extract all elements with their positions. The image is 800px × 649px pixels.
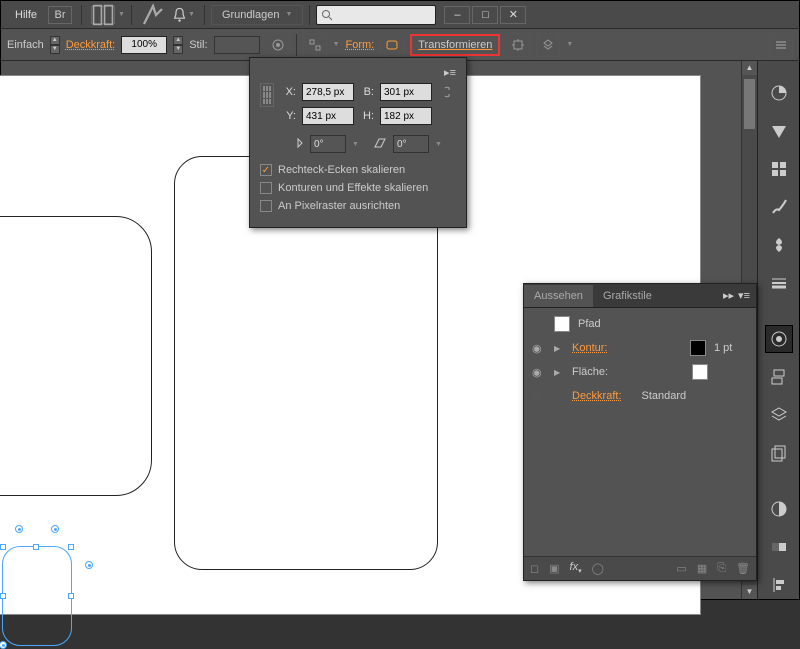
new-fill-icon[interactable]: ▦ [697,562,707,575]
appearance-path-row: Pfad [524,312,756,336]
stroke-swatch[interactable] [690,340,706,356]
scroll-up-arrow[interactable]: ▲ [742,61,757,75]
style-dropdown[interactable] [214,36,260,54]
color-panel-icon[interactable] [765,79,793,107]
recolor-icon[interactable] [266,33,290,57]
corner-widget[interactable] [15,525,23,533]
workspace-switcher[interactable]: Grundlagen ▼ [211,5,303,25]
corner-widget[interactable] [51,525,59,533]
window-controls: – □ ✕ [444,6,526,24]
corner-widget[interactable] [0,641,7,649]
gradient-panel-icon[interactable] [765,533,793,561]
style-label: Stil: [189,39,207,51]
opacity-input[interactable] [121,36,167,54]
appearance-footer: ◻ ▣ fx▾ ◯ ▭ ▦ ⎘ 🗑 [524,556,756,580]
artboards-panel-icon[interactable] [765,439,793,467]
minimize-button[interactable]: – [444,6,470,24]
graphic-styles-icon[interactable] [765,363,793,391]
duplicate-icon[interactable]: ⎘ [717,562,726,575]
tab-appearance[interactable]: Aussehen [524,285,593,307]
no-selection-icon[interactable]: ◻ [530,562,539,575]
height-input[interactable] [380,107,432,125]
arrange-icon[interactable] [536,33,560,57]
profile-stepper[interactable]: ▲▼ [50,36,60,54]
scale-corners-checkbox[interactable]: ✓Rechteck-Ecken skalieren [260,161,456,179]
delete-icon[interactable]: 🗑 [736,562,750,575]
scroll-thumb[interactable] [744,79,755,129]
appearance-panel: Aussehen Grafikstile ▸▸ ▾≡ Pfad ◉ ▶ Kont… [523,283,757,581]
new-stroke-icon[interactable]: ▭ [676,562,686,575]
rounded-rect-1[interactable] [0,216,152,496]
y-input[interactable] [302,107,354,125]
layers-panel-icon[interactable] [765,401,793,429]
selection-handle[interactable] [0,544,6,550]
search-input[interactable] [316,5,436,25]
constrain-proportions-icon[interactable] [438,83,456,101]
fill-swatch[interactable] [692,364,708,380]
fx-button[interactable]: fx▾ [570,561,582,575]
transform-button[interactable]: Transformieren [410,34,500,56]
scroll-down-arrow[interactable]: ▼ [742,585,757,599]
menu-help[interactable]: Hilfe [7,5,45,25]
path-swatch[interactable] [554,316,570,332]
panel-collapse-icon[interactable]: ▸▸ [723,289,734,302]
selected-shape[interactable] [2,546,72,646]
align-icon[interactable] [303,33,327,57]
maximize-button[interactable]: □ [472,6,498,24]
selection-handle[interactable] [33,544,39,550]
tab-graphic-styles[interactable]: Grafikstile [593,285,662,307]
transform-panel: ▸≡ X: B: Y: H: ▼ [249,57,467,228]
notifications-icon[interactable]: ▼ [171,6,195,24]
width-input[interactable] [380,83,432,101]
appearance-panel-icon[interactable] [765,325,793,353]
transparency-panel-icon[interactable] [765,495,793,523]
panel-collapse-icon[interactable]: ▸≡ [444,67,456,79]
shape-icon[interactable] [380,33,404,57]
expand-icon[interactable]: ▶ [554,344,564,353]
bridge-button[interactable]: Br [48,6,72,24]
reference-point-grid[interactable] [260,83,274,107]
corner-widget[interactable] [85,561,93,569]
align-panel-icon[interactable] [765,571,793,599]
arrange-documents-button[interactable] [91,6,115,24]
toggle-icon[interactable]: ◯ [592,562,604,575]
expand-icon[interactable]: ▶ [554,368,564,377]
opacity-stepper[interactable]: ▲▼ [173,36,183,54]
gpu-icon[interactable] [141,6,165,24]
menu-bar: Hilfe Br ▼ ▼ Grundlagen ▼ – □ ✕ [1,1,799,29]
options-menu-icon[interactable] [769,33,793,57]
shear-icon [373,137,387,152]
close-button[interactable]: ✕ [500,6,526,24]
selection-handle[interactable] [68,544,74,550]
shear-input[interactable] [393,135,429,153]
x-input[interactable] [302,83,354,101]
selection-handle[interactable] [0,593,6,599]
rotate-icon [292,137,304,152]
selection-handle[interactable] [68,593,74,599]
symbols-panel-icon[interactable] [765,231,793,259]
profile-label: Einfach [7,39,44,51]
rotate-input[interactable] [310,135,346,153]
visibility-icon[interactable]: ◉ [532,342,546,355]
appearance-opacity-row[interactable]: ◉ Deckkraft: Standard [524,384,756,408]
panel-menu-icon[interactable]: ▾≡ [738,289,750,302]
stroke-panel-icon[interactable] [765,269,793,297]
appearance-stroke-row[interactable]: ◉ ▶ Kontur: 1 pt [524,336,756,360]
brushes-panel-icon[interactable] [765,193,793,221]
appearance-fill-row[interactable]: ◉ ▶ Fläche: [524,360,756,384]
opacity-label[interactable]: Deckkraft: [66,39,116,51]
align-pixel-grid-checkbox[interactable]: An Pixelraster ausrichten [260,197,456,215]
visibility-icon[interactable]: ◉ [532,366,546,379]
right-panel-rail [757,61,799,599]
swatches-panel-icon[interactable] [765,155,793,183]
isolate-icon[interactable] [506,33,530,57]
clear-icon[interactable]: ▣ [549,562,559,575]
scale-strokes-checkbox[interactable]: Konturen und Effekte skalieren [260,179,456,197]
shape-label[interactable]: Form: [346,39,375,51]
color-guide-icon[interactable] [765,117,793,145]
